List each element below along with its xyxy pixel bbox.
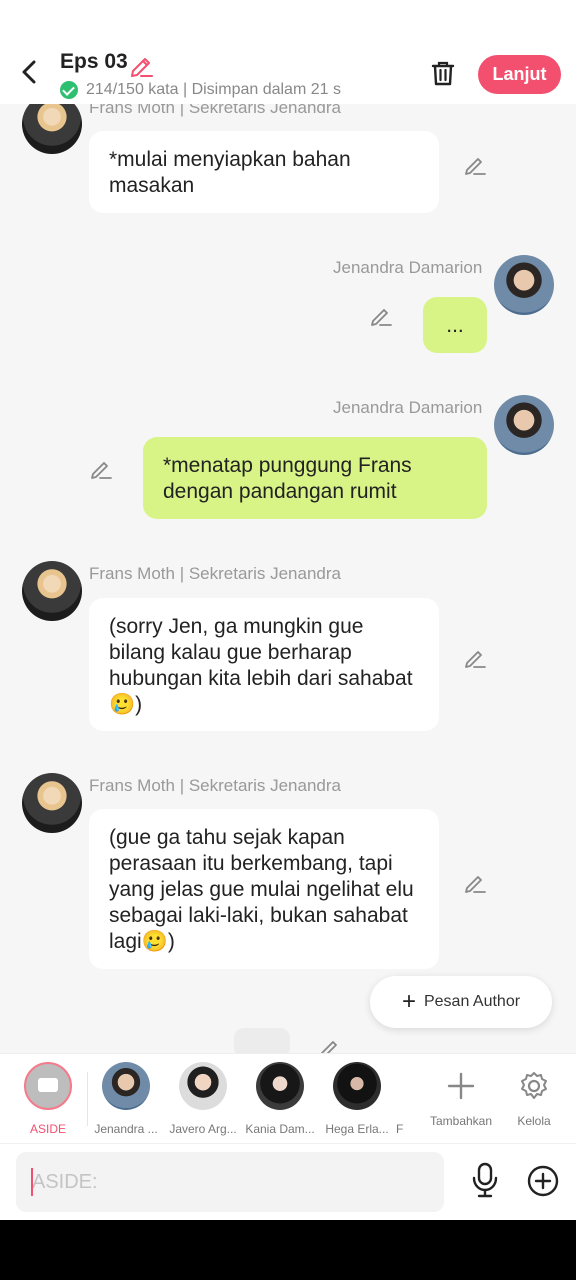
add-label: Tambahkan [429, 1114, 493, 1128]
character-bar: ASIDE Jenandra ... Javero Arg... Kania D… [0, 1053, 576, 1143]
avatar [396, 1062, 410, 1110]
microphone-icon[interactable] [470, 1162, 500, 1198]
edit-icon[interactable] [369, 304, 393, 328]
pencil-icon[interactable] [128, 52, 154, 78]
character-jenandra[interactable]: Jenandra ... [86, 1062, 166, 1136]
edit-icon[interactable] [463, 153, 487, 177]
next-button[interactable]: Lanjut [478, 55, 561, 94]
sender-name: Jenandra Damarion [333, 258, 483, 277]
character-hega[interactable]: Hega Erla... [317, 1062, 397, 1136]
chat-editor-screen: Eps 03 214/150 kata | Disimpan dalam 21 … [0, 0, 576, 1220]
character-javero[interactable]: Javero Arg... [163, 1062, 243, 1136]
input-bar [0, 1143, 576, 1220]
sender-name: Frans Moth | Sekretaris Jenandra [89, 776, 341, 795]
character-label: Jenandra ... [94, 1122, 158, 1136]
character-label: F [396, 1122, 404, 1136]
manage-label: Kelola [517, 1114, 551, 1128]
avatar [179, 1062, 227, 1110]
back-arrow-icon[interactable] [14, 56, 46, 88]
character-label: Javero Arg... [169, 1122, 237, 1136]
character-label: ASIDE [29, 1122, 66, 1136]
aside-icon [24, 1062, 72, 1110]
author-message-label: Pesan Author [423, 993, 521, 1010]
sender-name: Frans Moth | Sekretaris Jenandra [89, 564, 341, 583]
avatar [22, 561, 82, 621]
plus-icon [437, 1062, 485, 1110]
add-character-button[interactable]: Tambahkan [421, 1062, 501, 1128]
avatar [494, 255, 554, 315]
message-bubble[interactable]: *mulai menyiapkan bahan masakan [89, 131, 439, 213]
message-bubble[interactable]: *menatap punggung Frans dengan pandangan… [143, 437, 487, 519]
avatar [22, 773, 82, 833]
author-message-button[interactable]: + Pesan Author [370, 976, 552, 1028]
word-count-status: 214/150 kata | Disimpan dalam 21 s [86, 81, 341, 98]
character-label: Hega Erla... [325, 1122, 389, 1136]
avatar [102, 1062, 150, 1110]
message-bubble[interactable]: ... [423, 297, 487, 353]
avatar [494, 395, 554, 455]
sender-name: Jenandra Damarion [333, 398, 483, 417]
message-bubble[interactable]: (sorry Jen, ga mungkin gue bilang kalau … [89, 598, 439, 731]
edit-icon[interactable] [463, 646, 487, 670]
gear-icon [510, 1062, 558, 1110]
character-aside[interactable]: ASIDE [8, 1062, 88, 1136]
trash-icon[interactable] [428, 58, 458, 88]
plus-icon: + [401, 988, 416, 1015]
check-icon [60, 81, 78, 99]
manage-button[interactable]: Kelola [494, 1062, 574, 1128]
character-kania[interactable]: Kania Dam... [240, 1062, 320, 1136]
episode-title: Eps 03 [60, 50, 128, 73]
message-bubble[interactable]: (gue ga tahu sejak kapan perasaan itu be… [89, 809, 439, 969]
edit-icon[interactable] [89, 457, 113, 481]
character-partial[interactable]: F [396, 1062, 410, 1136]
header: Eps 03 214/150 kata | Disimpan dalam 21 … [0, 0, 576, 104]
avatar [333, 1062, 381, 1110]
avatar [256, 1062, 304, 1110]
system-navigation-bar [0, 1220, 576, 1280]
text-caret [31, 1168, 33, 1196]
message-input[interactable] [16, 1152, 444, 1212]
add-circle-icon[interactable] [526, 1164, 560, 1198]
edit-icon[interactable] [463, 871, 487, 895]
character-label: Kania Dam... [245, 1122, 315, 1136]
save-status: 214/150 kata | Disimpan dalam 21 s [60, 80, 341, 100]
